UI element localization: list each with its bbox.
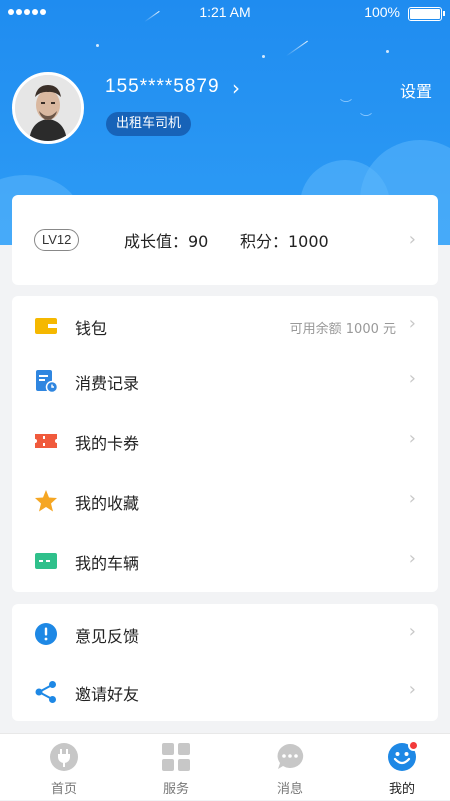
tab-label: 消息 [276,782,303,797]
tab-label: 我的 [388,782,415,797]
menu-item-label: 意见反馈 [75,627,140,646]
battery-icon [408,7,445,21]
notification-badge [408,740,419,751]
chevron-right-icon: › [408,428,416,449]
chevron-right-icon: › [408,679,416,700]
menu-item-label: 消费记录 [75,374,140,393]
level-badge: LV12 [34,229,80,251]
bottom-tab-bar: 首页 服务 消息 我的 [0,733,450,800]
menu-item-invite-friends[interactable]: 邀请好友 › [12,663,438,721]
avatar[interactable] [12,72,84,144]
coupon-icon [35,434,57,448]
chevron-right-icon[interactable]: › [232,76,240,100]
menu-item-my-coupons[interactable]: 我的卡券 › [12,412,438,470]
chevron-right-icon: › [408,313,416,334]
battery-percent: 100% [364,4,400,20]
role-badge: 出租车司机 [106,112,192,136]
decor-star [96,44,99,47]
decor-star [386,50,389,53]
menu-item-label: 邀请好友 [75,685,140,704]
star-icon [35,490,57,512]
decor-star [262,55,265,58]
feedback-icon [35,623,57,645]
settings-button[interactable]: 设置 [400,78,432,102]
menu-item-label: 钱包 [75,319,108,338]
menu-item-consumption-records[interactable]: 消费记录 › [12,352,438,410]
chevron-right-icon: › [408,368,416,389]
chat-icon [277,743,304,769]
chevron-right-icon: › [408,229,416,250]
chevron-right-icon: › [408,488,416,509]
decor-bird-icon: ︶ [340,98,353,112]
menu-item-my-vehicles[interactable]: 我的车辆 › [12,532,438,590]
menu-item-label: 我的卡券 [75,434,140,453]
share-icon [35,681,56,703]
wallet-balance: 可用余额 1000 元 [289,322,396,337]
home-plug-icon [50,743,78,771]
menu-item-wallet[interactable]: 钱包 可用余额 1000 元 › [12,297,438,355]
level-card[interactable]: LV12 成长值：90 积分：1000 › [12,195,438,285]
user-phone[interactable]: 155****5879 [105,76,220,98]
chevron-right-icon: › [408,621,416,642]
car-card-icon [35,553,57,569]
tab-messages[interactable]: 消息 [234,734,346,801]
chevron-right-icon: › [408,548,416,569]
avatar-photo [15,75,81,141]
tab-home[interactable]: 首页 [8,734,120,801]
wallet-icon [35,318,57,334]
menu-item-label: 我的收藏 [75,494,140,513]
growth-value: 成长值：90 [124,232,209,251]
decor-bird-icon: ︶ [360,112,373,126]
points-value: 积分：1000 [240,232,329,251]
grid-icon [162,743,190,771]
status-bar: 1:21 AM 100% [0,0,450,26]
tab-mine[interactable]: 我的 [346,734,450,801]
decor-streak [286,40,308,57]
receipt-icon [36,370,58,393]
tab-label: 首页 [50,782,77,797]
tab-label: 服务 [162,782,189,797]
menu-group-account: 钱包 可用余额 1000 元 › 消费记录 › 我的卡券 › 我的收藏 › 我的… [12,296,438,592]
menu-item-label: 我的车辆 [75,554,140,573]
tab-services[interactable]: 服务 [120,734,232,801]
menu-item-my-favorites[interactable]: 我的收藏 › [12,472,438,530]
menu-item-feedback[interactable]: 意见反馈 › [12,605,438,663]
menu-group-other: 意见反馈 › 邀请好友 › [12,604,438,721]
